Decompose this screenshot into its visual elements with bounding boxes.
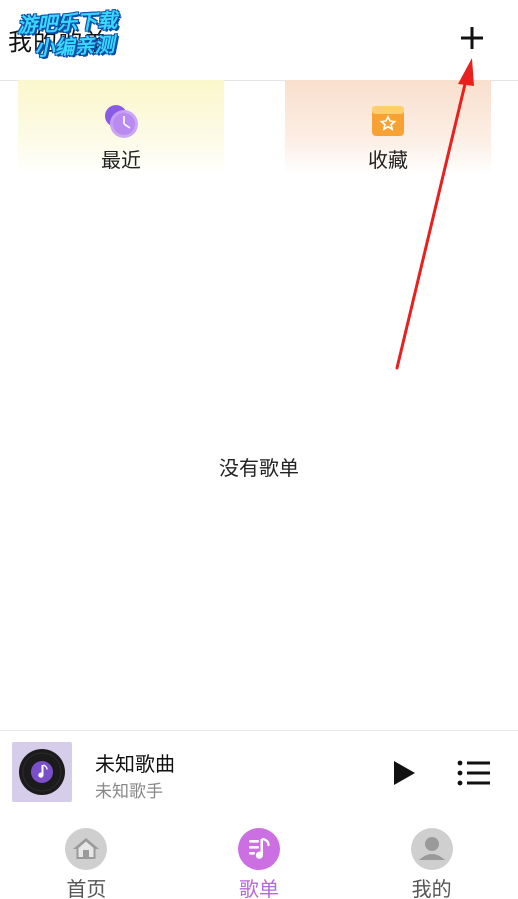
nav-item-playlist[interactable]: 歌单 [173, 813, 346, 899]
nav-label-mine: 我的 [411, 877, 452, 899]
vinyl-disc-icon [19, 749, 65, 795]
plus-icon [461, 27, 483, 49]
empty-playlist-message: 没有歌单 [219, 456, 299, 480]
recent-card-label: 最近 [101, 148, 141, 172]
watermark-logo: 游吧乐下载 小编亲测 [17, 7, 148, 70]
nav-item-mine[interactable]: 我的 [345, 813, 518, 899]
header-bar: 我的歌单 游吧乐下载 小编亲测 [0, 0, 518, 81]
song-title: 未知歌曲 [95, 752, 175, 776]
add-playlist-button[interactable] [452, 18, 492, 58]
recent-clock-icon [105, 105, 138, 138]
playlist-button[interactable] [454, 753, 494, 793]
song-artist: 未知歌手 [95, 782, 163, 802]
favorite-star-icon [372, 106, 404, 136]
user-icon [410, 828, 453, 870]
bottom-nav: 首页 歌单 我的 [0, 813, 518, 899]
nav-label-home: 首页 [66, 877, 107, 899]
nav-item-home[interactable]: 首页 [0, 813, 173, 899]
play-button[interactable] [386, 755, 422, 791]
album-art[interactable] [12, 742, 72, 802]
home-icon [65, 828, 108, 870]
play-icon [394, 761, 415, 785]
playlist-icon [457, 760, 490, 786]
app-screen: 我的歌单 游吧乐下载 小编亲测 最近 收藏 没有歌单 未知歌曲 未知歌手 首页 … [0, 0, 518, 899]
recent-card[interactable]: 最近 [18, 80, 224, 174]
music-note-icon [238, 828, 280, 870]
nav-label-playlist: 歌单 [239, 877, 279, 899]
favorites-card[interactable]: 收藏 [285, 80, 491, 174]
mini-player[interactable]: 未知歌曲 未知歌手 [0, 730, 518, 814]
favorites-card-label: 收藏 [368, 148, 408, 172]
